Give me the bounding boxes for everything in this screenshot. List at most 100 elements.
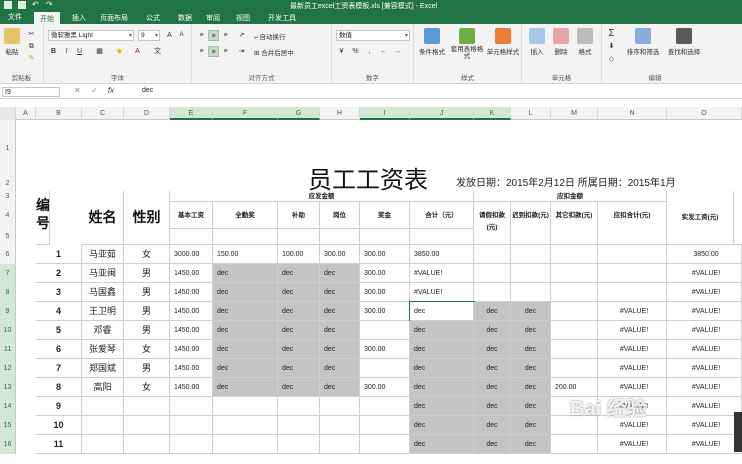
cell-r3-name[interactable]: 马国鑫 — [82, 283, 124, 302]
cell-r8-gender[interactable]: 女 — [124, 378, 170, 397]
cell-r5-late[interactable]: dec — [511, 321, 551, 340]
font-color-icon[interactable]: A — [132, 46, 143, 57]
cell-r8-total[interactable]: dec — [410, 378, 474, 397]
cell-r10-no[interactable]: 10 — [36, 416, 82, 435]
column-header-L[interactable]: L — [511, 107, 551, 120]
cell-r5-gender[interactable]: 男 — [124, 321, 170, 340]
header-deduct_total[interactable]: 应扣合计(元) — [598, 202, 667, 245]
row-header-4[interactable]: 4 — [0, 202, 16, 229]
cell-r1-net[interactable]: 3850.00 — [667, 245, 742, 264]
cell-r3-post[interactable]: dec — [320, 283, 360, 302]
column-header-E[interactable]: E — [170, 107, 213, 120]
cell-r9-no[interactable]: 9 — [36, 397, 82, 416]
border-icon[interactable]: ▦ — [94, 46, 105, 57]
cell-r6-total[interactable]: dec — [410, 340, 474, 359]
cell-r2-bonus[interactable]: 300.00 — [360, 264, 410, 283]
cell-r5-post[interactable]: dec — [320, 321, 360, 340]
cell-r4-bonus[interactable]: 300.00 — [360, 302, 410, 321]
enter-icon[interactable]: ✓ — [91, 86, 98, 95]
column-header-A[interactable]: A — [16, 107, 36, 120]
percent-icon[interactable]: % — [350, 46, 361, 57]
header-deduct-group[interactable]: 应扣金额 — [474, 191, 667, 202]
cell-r8-allow[interactable]: dec — [278, 378, 320, 397]
row-header-14[interactable]: 14 — [0, 397, 16, 416]
tab-5[interactable]: 审阅 — [206, 13, 220, 23]
cell-r5-no[interactable]: 5 — [36, 321, 82, 340]
cell-r1-dtotal[interactable] — [598, 245, 667, 264]
find-select-button[interactable]: 查找和选择 — [664, 28, 704, 56]
cell-r1-leave[interactable] — [474, 245, 511, 264]
select-all-corner[interactable] — [0, 107, 16, 120]
column-header-O[interactable]: O — [667, 107, 742, 120]
cell-r11-late[interactable]: dec — [511, 435, 551, 454]
cell-r8-leave[interactable]: dec — [474, 378, 511, 397]
cell-r9-bonus[interactable] — [360, 397, 410, 416]
cell-r8-name[interactable]: 高阳 — [82, 378, 124, 397]
cell-r10-net[interactable]: #VALUE! — [667, 416, 742, 435]
cell-r1-total[interactable]: 3850.00 — [410, 245, 474, 264]
align-bottom-icon[interactable]: ≡ — [220, 30, 231, 41]
header-gender[interactable]: 性别 — [124, 191, 170, 245]
cell-r5-bonus[interactable] — [360, 321, 410, 340]
cell-r4-name[interactable]: 王卫明 — [82, 302, 124, 321]
number-format-combo[interactable]: 数值 ▾ — [336, 30, 410, 41]
cell-r5-base[interactable]: 1450.00 — [170, 321, 213, 340]
cell-r2-name[interactable]: 马亚闽 — [82, 264, 124, 283]
cell-r3-allow[interactable]: dec — [278, 283, 320, 302]
cell-r11-name[interactable] — [82, 435, 124, 454]
header-base[interactable]: 基本工资 — [170, 202, 213, 229]
cell-r8-post[interactable]: dec — [320, 378, 360, 397]
cell-r11-post[interactable] — [320, 435, 360, 454]
phonetic-icon[interactable]: 文 — [152, 46, 163, 57]
align-left-icon[interactable]: ≡ — [196, 46, 207, 57]
header-num[interactable]: 编号 — [36, 191, 50, 245]
cell-r6-leave[interactable]: dec — [474, 340, 511, 359]
tab-1[interactable]: 插入 — [72, 13, 86, 23]
cell-r4-leave[interactable]: dec — [474, 302, 511, 321]
column-header-F[interactable]: F — [213, 107, 278, 120]
cell-r1-no[interactable]: 1 — [36, 245, 82, 264]
tab-4[interactable]: 数据 — [178, 13, 192, 23]
header-bonus-blank[interactable] — [360, 229, 410, 245]
cell-r10-post[interactable] — [320, 416, 360, 435]
cell-r7-leave[interactable]: dec — [474, 359, 511, 378]
cell-r8-net[interactable]: #VALUE! — [667, 378, 742, 397]
cell-r10-leave[interactable]: dec — [474, 416, 511, 435]
cell-r4-no[interactable]: 4 — [36, 302, 82, 321]
cell-r7-dtotal[interactable]: #VALUE! — [598, 359, 667, 378]
row-header-1[interactable]: 1 — [0, 120, 16, 177]
row-header-6[interactable]: 6 — [0, 245, 16, 264]
header-attendance-blank[interactable] — [213, 229, 278, 245]
cell-r6-base[interactable]: 1450.00 — [170, 340, 213, 359]
cell-r10-late[interactable]: dec — [511, 416, 551, 435]
delete-cells-button[interactable]: 删除 — [550, 28, 572, 56]
cell-r2-post[interactable]: dec — [320, 264, 360, 283]
row-header-12[interactable]: 12 — [0, 359, 16, 378]
cell-r4-att[interactable]: dec — [213, 302, 278, 321]
insert-cells-button[interactable]: 插入 — [526, 28, 548, 56]
cell-r4-gender[interactable]: 男 — [124, 302, 170, 321]
conditional-format-button[interactable]: 条件格式 — [416, 28, 448, 56]
cell-r9-post[interactable] — [320, 397, 360, 416]
header-payable-group[interactable]: 应发金额 — [170, 191, 474, 202]
vertical-scrollbar[interactable] — [734, 412, 742, 452]
header-total-blank[interactable] — [410, 229, 474, 245]
grow-font-icon[interactable]: A — [164, 30, 175, 41]
header-name[interactable]: 姓名 — [82, 191, 124, 245]
cell-r7-allow[interactable]: dec — [278, 359, 320, 378]
header-allowance-blank[interactable] — [278, 229, 320, 245]
cell-r5-dtotal[interactable]: #VALUE! — [598, 321, 667, 340]
cell-r2-total[interactable]: #VALUE! — [410, 264, 474, 283]
format-cells-button[interactable]: 格式 — [574, 28, 596, 56]
cell-r7-net[interactable]: #VALUE! — [667, 359, 742, 378]
cell-r1-other[interactable] — [551, 245, 598, 264]
tab-3[interactable]: 公式 — [146, 13, 160, 23]
cell-r2-base[interactable]: 1450.00 — [170, 264, 213, 283]
column-header-H[interactable]: H — [320, 107, 360, 120]
name-box[interactable]: I9 — [2, 87, 60, 97]
cell-r4-allow[interactable]: dec — [278, 302, 320, 321]
cell-r10-bonus[interactable] — [360, 416, 410, 435]
cell-r5-other[interactable] — [551, 321, 598, 340]
cell-r10-allow[interactable] — [278, 416, 320, 435]
shrink-font-icon[interactable]: A — [176, 30, 187, 41]
